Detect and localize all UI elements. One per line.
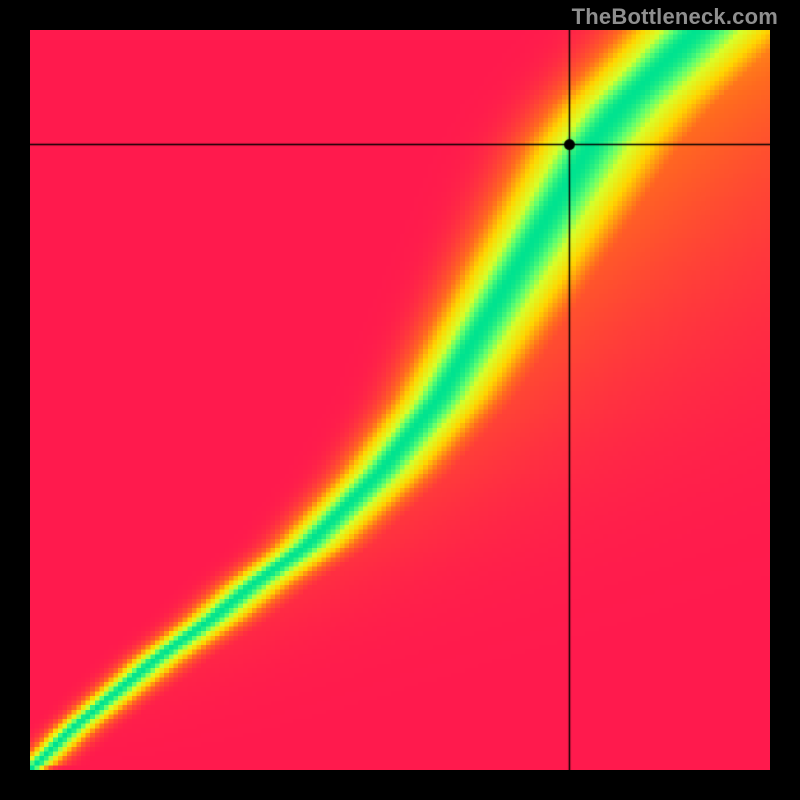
bottleneck-heatmap (30, 30, 770, 770)
watermark-text: TheBottleneck.com (572, 4, 778, 30)
crosshair-overlay (30, 30, 770, 770)
